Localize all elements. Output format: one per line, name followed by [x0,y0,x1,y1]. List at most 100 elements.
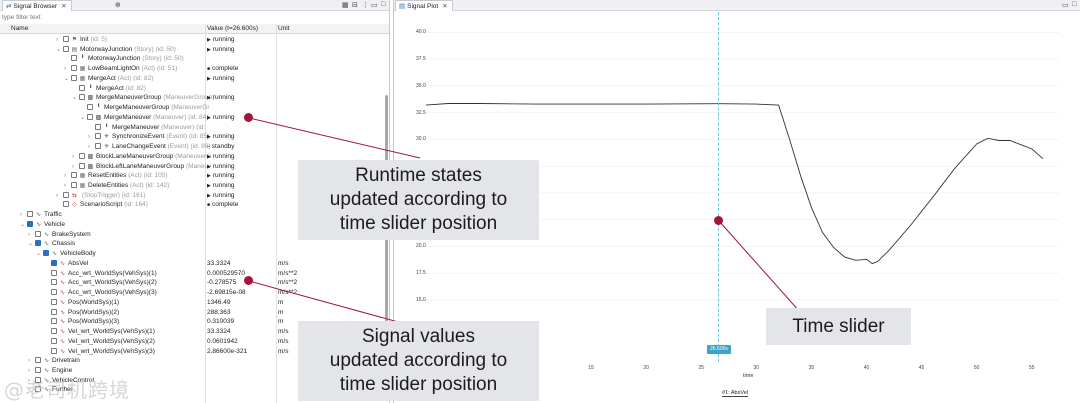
tree-row[interactable]: › ✳ LaneChangeEvent (Event) (id: 89) – stand… [0,142,384,152]
row-value: running [212,182,235,190]
tree-row[interactable]: ∿ AbsVel 33.3324 m/s [0,259,384,269]
running-icon: ▶ [207,173,211,180]
column-unit[interactable]: Unit [278,25,290,32]
tree-row[interactable]: ∿ Pos(WorldSys)(1) 1346.49 m [0,298,384,308]
running-icon: ▶ [207,134,211,141]
tree-row[interactable]: ⌄ ▩ MergeManeuver (Maneuver) (id: 84) ▶ runn… [0,113,384,123]
legend-entry[interactable]: #1: AbsVel [722,390,748,397]
x-tick-label: 45 [918,365,925,371]
tree-row[interactable]: ∿ Acc_wrt_WorldSys(VehSys)(3) -2.69815e-0… [0,288,384,298]
row-checkbox[interactable] [35,366,41,373]
row-checkbox[interactable] [79,162,85,169]
tree-row[interactable]: ╹ MergeManeuverGroup (ManeuverGr [0,103,384,113]
value-cell: 2.86600e-321 [207,347,247,357]
x-tick-label: 30 [753,365,760,371]
row-label: ScenarioScript [80,201,123,209]
row-checkbox[interactable] [71,172,77,179]
row-checkbox[interactable] [95,143,101,150]
row-checkbox[interactable] [27,211,33,218]
row-checkbox[interactable] [79,94,85,101]
collapse-icon[interactable]: ⊟ [352,1,358,9]
maximize-icon[interactable]: □ [381,1,385,8]
row-checkbox[interactable] [71,55,77,62]
row-label: MotorwayJunction [88,55,141,63]
tree-row[interactable]: › ⚑ Init (id: 5) ▶ running [0,35,384,45]
running-icon: ▶ [207,153,211,160]
row-checkbox[interactable] [71,74,77,81]
tree-row[interactable]: ⌄ ▩ MergeManeuverGroup (ManeuverGroup) ▶ run… [0,93,384,103]
row-checkbox[interactable] [63,201,69,208]
row-checkbox[interactable] [63,36,69,42]
tree-row[interactable]: › ▦ LowBeamLightOn (Act) (id: 51) ■ complete [0,64,384,74]
column-name[interactable]: Name [11,25,28,32]
y-tick-label: 17.5 [416,270,426,277]
grid-view-icon[interactable]: ▦ [342,1,349,9]
row-checkbox[interactable] [51,259,57,266]
tree-row[interactable]: ╹ MergeManeuver (Maneuver) (id: [0,123,384,133]
row-checkbox[interactable] [51,347,57,354]
row-label: MergeAct [88,74,116,82]
tree-row[interactable]: ⌄ ▦ MergeAct (Act) (id: 82) ▶ running [0,74,384,84]
row-checkbox[interactable] [51,337,57,344]
row-checkbox[interactable] [27,220,33,227]
tree-row[interactable]: ⌄ ∿ Chassis [0,239,384,249]
row-checkbox[interactable] [79,84,85,91]
row-checkbox[interactable] [43,250,49,257]
tree-row[interactable]: ⌄ ∿ VehicleBody [0,249,384,259]
row-checkbox[interactable] [35,230,41,237]
row-label: MergeManeuver [104,113,152,121]
minimize-icon[interactable]: ▭ [371,1,378,9]
close-icon[interactable]: ✕ [61,3,66,10]
row-sublabel: (Act) (id: 142) [129,182,170,190]
row-checkbox[interactable] [79,152,85,159]
tree-row[interactable]: ∿ Acc_wrt_WorldSys(VehSys)(2) -0.278575 m/… [0,278,384,288]
menu-icon[interactable]: ⋮ [362,1,369,9]
tree-row[interactable]: ╹ MergeAct (id: 82) [0,84,384,94]
x-tick-label: 20 [643,365,649,371]
row-checkbox[interactable] [51,269,57,276]
row-value: -2.69815e-08 [207,289,246,297]
column-value[interactable]: Value (t=26.600s) [207,25,258,32]
row-value: running [212,152,235,160]
row-checkbox[interactable] [63,191,69,198]
running-icon: ▶ [207,75,211,82]
row-value: running [212,133,235,141]
row-checkbox[interactable] [95,133,101,140]
row-checkbox[interactable] [95,123,101,130]
row-value: 288.363 [207,308,231,316]
row-checkbox[interactable] [63,45,69,52]
row-checkbox[interactable] [87,104,93,111]
row-checkbox[interactable] [51,279,57,286]
tree-row[interactable]: ∿ Acc_wrt_WorldSys(VehSys)(1) 0.000529570… [0,269,384,279]
row-checkbox[interactable] [51,308,57,315]
row-label: Acc_wrt_WorldSys(VehSys)(3) [68,289,157,297]
tab-signal-browser[interactable]: ⇄ Signal Browser ✕ [2,0,72,11]
row-checkbox[interactable] [71,65,77,72]
value-cell: 33.3324 [207,327,231,337]
row-label: MergeManeuverGroup [96,94,162,102]
row-checkbox[interactable] [35,357,41,364]
row-label: BlockLeftLaneManeuverGroup [96,162,185,170]
tree-row[interactable]: ╹ MotorwayJunction (Story) (id: 50) [0,54,384,64]
time-slider-line[interactable] [718,12,719,362]
row-checkbox[interactable] [51,298,57,305]
zoom-icon[interactable]: ⊕ [115,1,121,9]
tree-row[interactable]: ⌄ ▤ MotorwayJunction (Story) (id: 50) ▶ runn… [0,45,384,55]
row-checkbox[interactable] [87,113,93,120]
callout-line: Time slider [792,316,885,337]
row-unit: m/s**2 [278,289,298,297]
row-value: 0.310039 [207,318,235,326]
x-tick-label: 40 [863,365,870,371]
row-checkbox[interactable] [51,328,57,335]
signal-marker-dot [244,276,253,285]
tree-row[interactable]: ∿ Pos(WorldSys)(2) 288.363 m [0,308,384,318]
row-checkbox[interactable] [51,289,57,296]
time-slider-handle[interactable]: 26.600s [707,345,731,354]
row-checkbox[interactable] [71,182,77,189]
filter-input[interactable] [2,12,388,23]
tree-row[interactable]: › ✳ SynchronizeEvent (Event) (id: 85) ▶ runn… [0,132,384,142]
row-sublabel: (Maneuver) (id: 84) [153,113,209,121]
row-unit: m/s [278,259,289,267]
row-checkbox[interactable] [35,240,41,247]
row-checkbox[interactable] [51,318,57,325]
